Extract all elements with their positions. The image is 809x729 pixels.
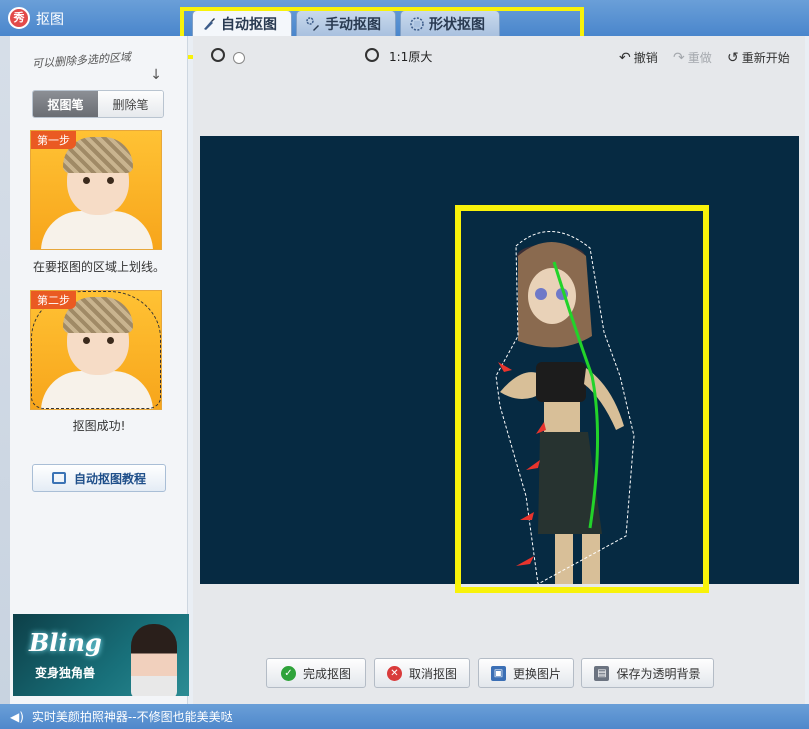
ad-banner[interactable]: Bling 变身独角兽	[13, 614, 189, 696]
zoom-slider-handle[interactable]	[233, 52, 245, 64]
ad-title: Bling	[29, 628, 102, 657]
check-icon: ✓	[280, 665, 296, 681]
action-bar: ✓ 完成抠图 ✕ 取消抠图 ▣ 更换图片 ▤ 保存为透明背景	[193, 658, 805, 692]
handwritten-hint: 可以删除多选的区域	[31, 50, 132, 71]
zoom-in-icon[interactable]	[365, 48, 379, 62]
editor-toolbar: 1:1原大 ↶ 撤销 ↷ 重做 ↺ 重新开始	[193, 36, 805, 82]
baby-body	[41, 211, 153, 249]
baby-eye	[83, 177, 90, 184]
cutout-brush-button[interactable]: 抠图笔	[33, 91, 98, 117]
restart-button[interactable]: ↺ 重新开始	[727, 49, 790, 66]
undo-icon: ↶	[619, 49, 631, 66]
app-logo: 秀	[8, 7, 30, 29]
status-text[interactable]: 实时美颜拍照神器--不修图也能美美哒	[32, 708, 233, 725]
redo-icon: ↷	[673, 49, 685, 66]
brush-toggle: 抠图笔 删除笔	[32, 90, 164, 118]
book-icon	[51, 472, 66, 484]
step-badge: 第一步	[31, 131, 76, 149]
cancel-icon: ✕	[386, 665, 402, 681]
tutorial-button[interactable]: 自动抠图教程	[32, 464, 166, 492]
cancel-cutout-label: 取消抠图	[408, 666, 457, 681]
step-one-caption: 在要抠图的区域上划线。	[32, 260, 165, 274]
cutout-canvas[interactable]	[200, 136, 799, 584]
tutorial-label: 自动抠图教程	[73, 471, 146, 486]
window-title: 抠图	[36, 12, 64, 28]
undo-label: 撤销	[633, 51, 658, 65]
restart-label: 重新开始	[741, 51, 790, 65]
undo-button[interactable]: ↶ 撤销	[619, 49, 658, 66]
character-figure	[495, 231, 635, 584]
cancel-cutout-button[interactable]: ✕ 取消抠图	[374, 658, 470, 688]
zoom-actual-size-button[interactable]: 1:1原大	[389, 48, 432, 65]
baby-eye	[107, 177, 114, 184]
baby-eye	[107, 337, 114, 344]
editor-area: 1:1原大 ↶ 撤销 ↷ 重做 ↺ 重新开始 ✓ 完成抠图 ✕ 取消抠图 ▣ 更…	[193, 36, 805, 704]
change-image-button[interactable]: ▣ 更换图片	[478, 658, 574, 688]
status-bar: ◀) 实时美颜拍照神器--不修图也能美美哒	[0, 704, 809, 729]
step-two-caption: 抠图成功!	[72, 419, 126, 433]
app-window: 秀 抠图 自动抠图 手动抠图 形状抠图 可以删除多选的区域 ↘ 抠图笔 删除笔 …	[0, 0, 809, 729]
save-icon: ▤	[594, 665, 610, 681]
step-badge: 第二步	[31, 291, 76, 309]
canvas-image	[495, 231, 635, 584]
redo-button[interactable]: ↷ 重做	[673, 49, 712, 66]
finish-cutout-button[interactable]: ✓ 完成抠图	[266, 658, 366, 688]
step-one-image: 第一步	[30, 130, 162, 250]
step-two-image: 第二步	[30, 290, 162, 410]
save-transparent-button[interactable]: ▤ 保存为透明背景	[581, 658, 714, 688]
change-image-label: 更换图片	[512, 666, 561, 681]
left-panel: 可以删除多选的区域 ↘ 抠图笔 删除笔 第一步 在要抠图的区域上划线。 第二步 …	[10, 36, 189, 704]
redo-label: 重做	[687, 51, 712, 65]
ad-subtitle: 变身独角兽	[35, 666, 96, 680]
speaker-icon: ◀)	[10, 709, 24, 724]
hint-arrow-icon: ↘	[146, 64, 166, 84]
restart-icon: ↺	[727, 49, 739, 66]
baby-eye	[83, 337, 90, 344]
ad-model-image	[131, 624, 177, 696]
erase-brush-button[interactable]: 删除笔	[98, 91, 163, 117]
finish-cutout-label: 完成抠图	[302, 666, 351, 681]
image-icon: ▣	[490, 665, 506, 681]
zoom-out-icon[interactable]	[211, 48, 225, 62]
baby-body	[41, 371, 153, 409]
window-edge	[0, 36, 10, 704]
save-transparent-label: 保存为透明背景	[616, 666, 701, 681]
